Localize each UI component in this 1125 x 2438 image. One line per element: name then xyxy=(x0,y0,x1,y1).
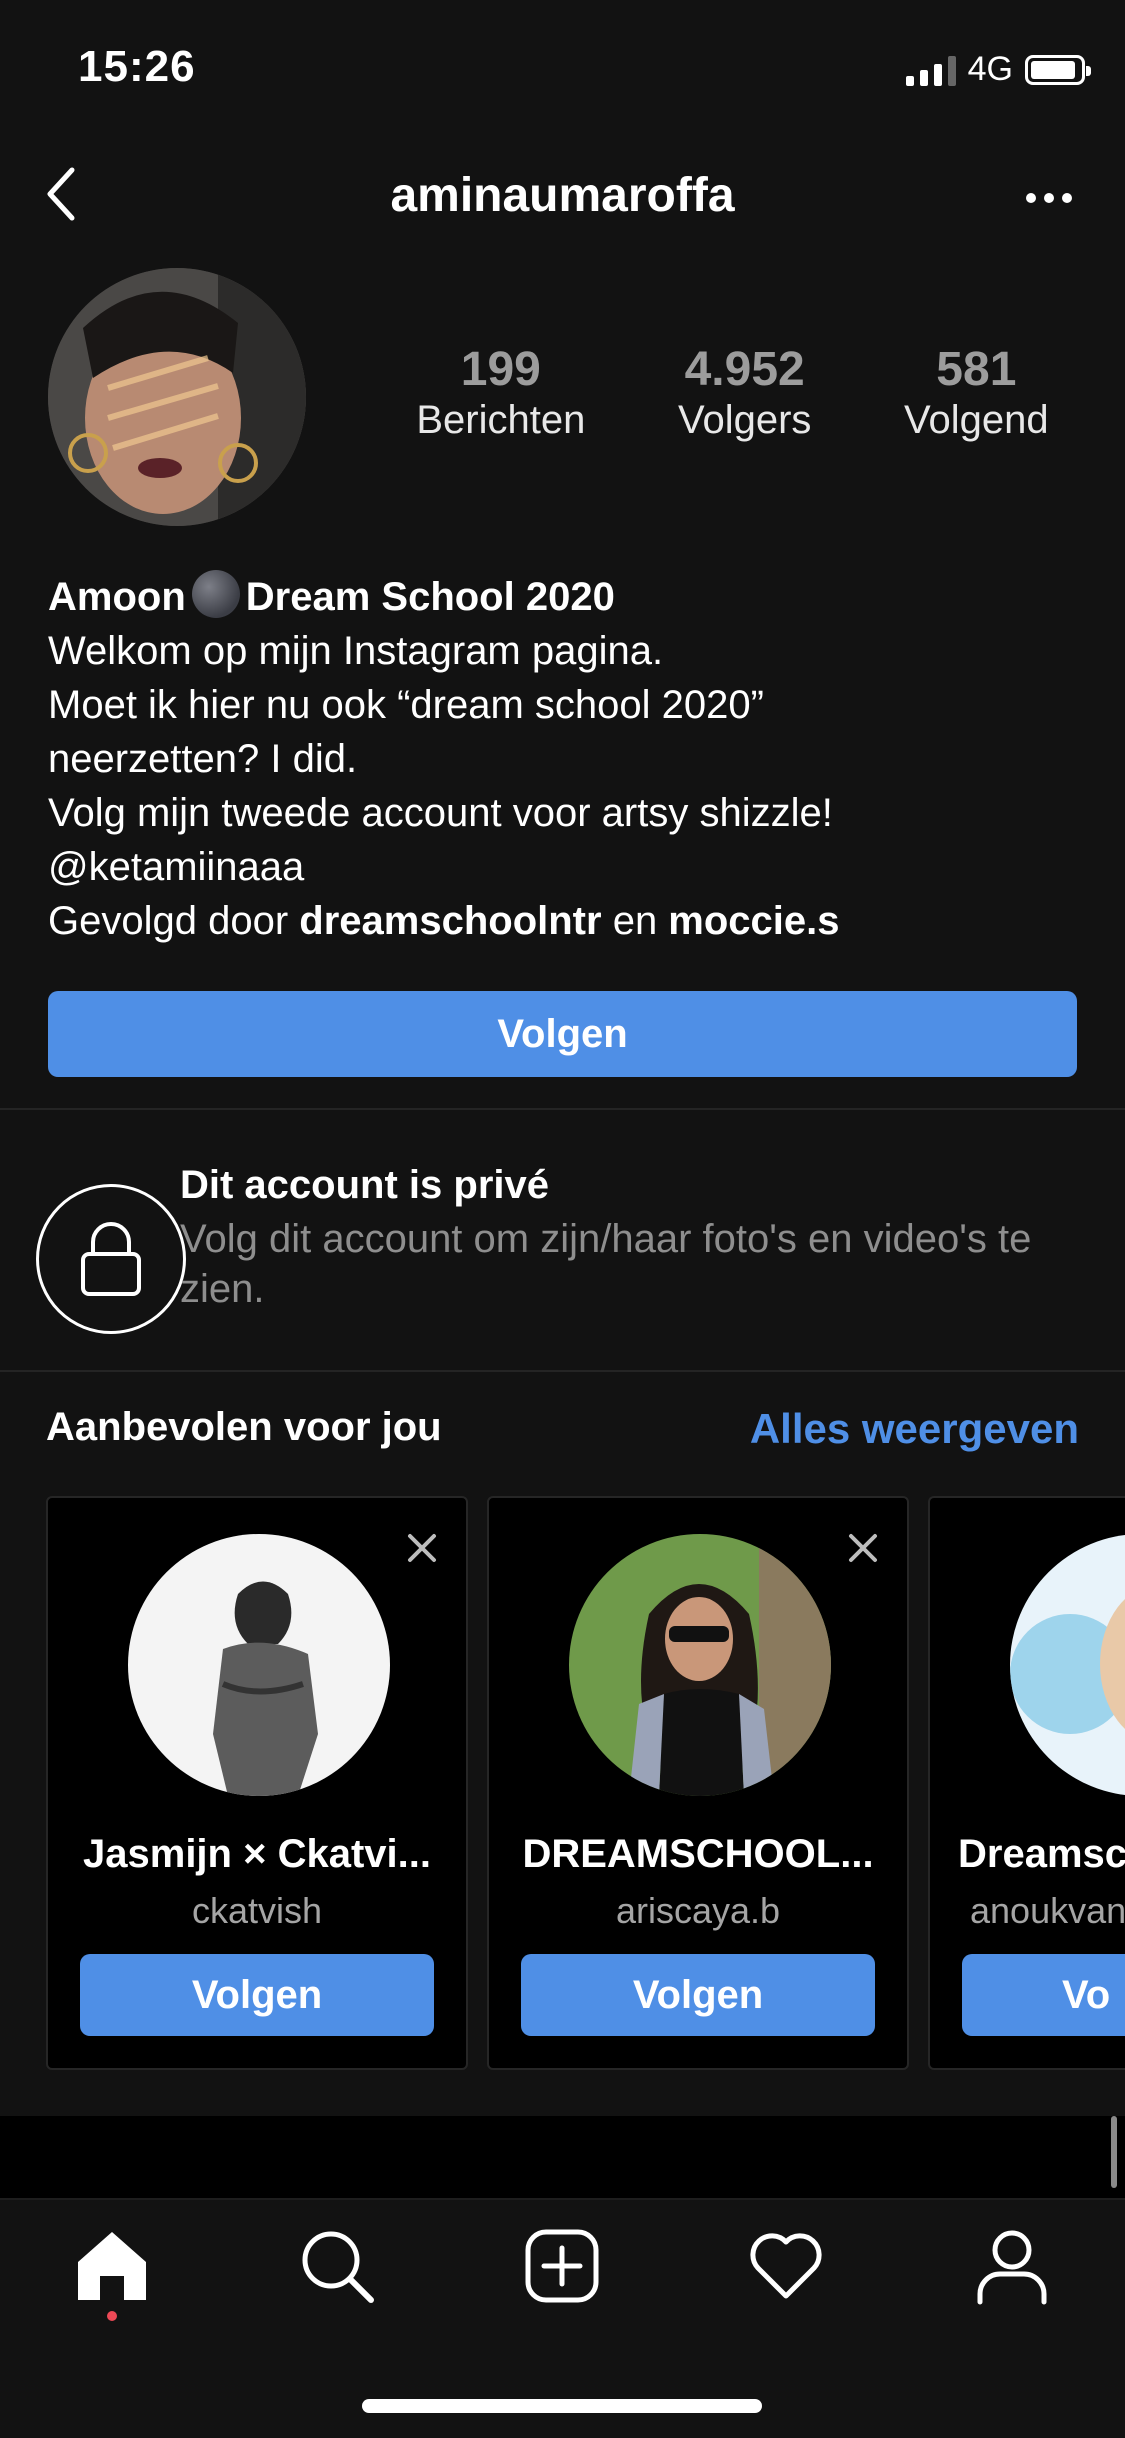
suggestion-name: DREAMSCHOOL... xyxy=(522,1832,874,1876)
search-icon[interactable] xyxy=(297,2226,377,2306)
divider xyxy=(0,1370,1125,1372)
profile-avatar[interactable] xyxy=(48,268,306,526)
suggestion-username: ckatvish xyxy=(191,1890,323,1931)
private-account-title: Dit account is privé xyxy=(180,1163,549,1207)
moon-emoji-icon xyxy=(191,570,240,618)
suggestion-card[interactable]: Jasmijn × Ckatvi... ckatvish Volgen xyxy=(46,1496,468,2070)
home-indicator[interactable] xyxy=(362,2399,762,2413)
close-icon[interactable] xyxy=(845,1530,881,1566)
profile-username-title: aminaumaroffa xyxy=(390,169,735,222)
followed-by-user[interactable]: moccie.s xyxy=(668,899,839,943)
suggestion-follow-button[interactable]: Vo xyxy=(962,1954,1125,2036)
suggestion-card[interactable]: DREAMSCHOOL... ariscaya.b Volgen xyxy=(487,1496,909,2070)
profile-display-name: Amoon Dream School 2020 xyxy=(48,570,1088,624)
suggestion-name: Jasmijn × Ckatvi... xyxy=(83,1832,431,1876)
content-area-strip xyxy=(0,2116,1125,2198)
scroll-indicator[interactable] xyxy=(1111,2116,1117,2188)
bio-line: Volg mijn tweede account voor artsy shiz… xyxy=(48,791,833,835)
followed-by-prefix: Gevolgd door xyxy=(48,899,300,943)
suggestion-avatar[interactable] xyxy=(569,1534,831,1796)
stat-posts-label: Berichten xyxy=(416,398,586,443)
stat-followers-count: 4.952 xyxy=(684,343,805,396)
stat-following[interactable]: 581 Volgend xyxy=(904,343,1049,445)
more-options-icon[interactable] xyxy=(1021,178,1077,218)
stat-following-count: 581 xyxy=(936,343,1017,396)
suggestion-username: ariscaya.b xyxy=(615,1890,781,1931)
signal-icon xyxy=(905,54,956,86)
suggestion-follow-button[interactable]: Volgen xyxy=(80,1954,434,2036)
see-all-link[interactable]: Alles weergeven xyxy=(750,1405,1079,1453)
followed-by-and: en xyxy=(601,899,669,943)
bio-mention-link[interactable]: @ketamiinaaa xyxy=(48,840,1088,894)
divider xyxy=(0,1108,1125,1110)
follow-button[interactable]: Volgen xyxy=(48,991,1077,1077)
heart-icon[interactable] xyxy=(746,2226,826,2306)
recommended-title: Aanbevolen voor jou xyxy=(46,1405,442,1449)
stat-posts[interactable]: 199 Berichten xyxy=(416,343,586,445)
profile-bio: Amoon Dream School 2020 Welkom op mijn In… xyxy=(48,570,1088,948)
close-icon[interactable] xyxy=(404,1530,440,1566)
bio-line: Moet ik hier nu ook “dream school 2020” xyxy=(48,683,764,727)
profile-stats: 199 Berichten 4.952 Volgers 581 Volgend xyxy=(370,343,1095,445)
battery-icon xyxy=(1025,54,1091,85)
network-type: 4G xyxy=(967,50,1013,88)
profile-icon[interactable] xyxy=(972,2226,1052,2306)
suggestion-avatar[interactable] xyxy=(128,1534,390,1796)
followed-by[interactable]: Gevolgd door dreamschoolntr en moccie.s xyxy=(48,894,1088,948)
status-icons: 4G xyxy=(905,50,1091,89)
suggestion-name: Dreamsc xyxy=(958,1832,1125,1876)
stat-posts-count: 199 xyxy=(460,343,541,396)
display-name-part2: Dream School 2020 xyxy=(245,575,615,619)
bio-line: neerzetten? I did. xyxy=(48,737,358,781)
private-account-subtitle: Volg dit account om zijn/haar foto's en … xyxy=(180,1217,1032,1311)
stat-followers-label: Volgers xyxy=(677,398,812,443)
home-icon[interactable] xyxy=(72,2226,152,2306)
suggestion-avatar[interactable] xyxy=(1010,1534,1125,1796)
display-name-part1: Amoon xyxy=(48,575,186,619)
stat-followers[interactable]: 4.952 Volgers xyxy=(677,343,812,445)
suggestion-card[interactable]: Dreamsc anoukvan Vo xyxy=(928,1496,1125,2070)
add-post-icon[interactable] xyxy=(522,2226,602,2306)
bio-line: Welkom op mijn Instagram pagina. xyxy=(48,629,664,673)
suggestion-follow-button[interactable]: Volgen xyxy=(521,1954,875,2036)
status-time: 15:26 xyxy=(78,42,196,91)
followed-by-user[interactable]: dreamschoolntr xyxy=(299,899,601,943)
notification-dot xyxy=(107,2311,117,2321)
stat-following-label: Volgend xyxy=(904,398,1049,443)
suggestion-username: anoukvan xyxy=(970,1890,1125,1931)
lock-icon xyxy=(36,1184,186,1334)
